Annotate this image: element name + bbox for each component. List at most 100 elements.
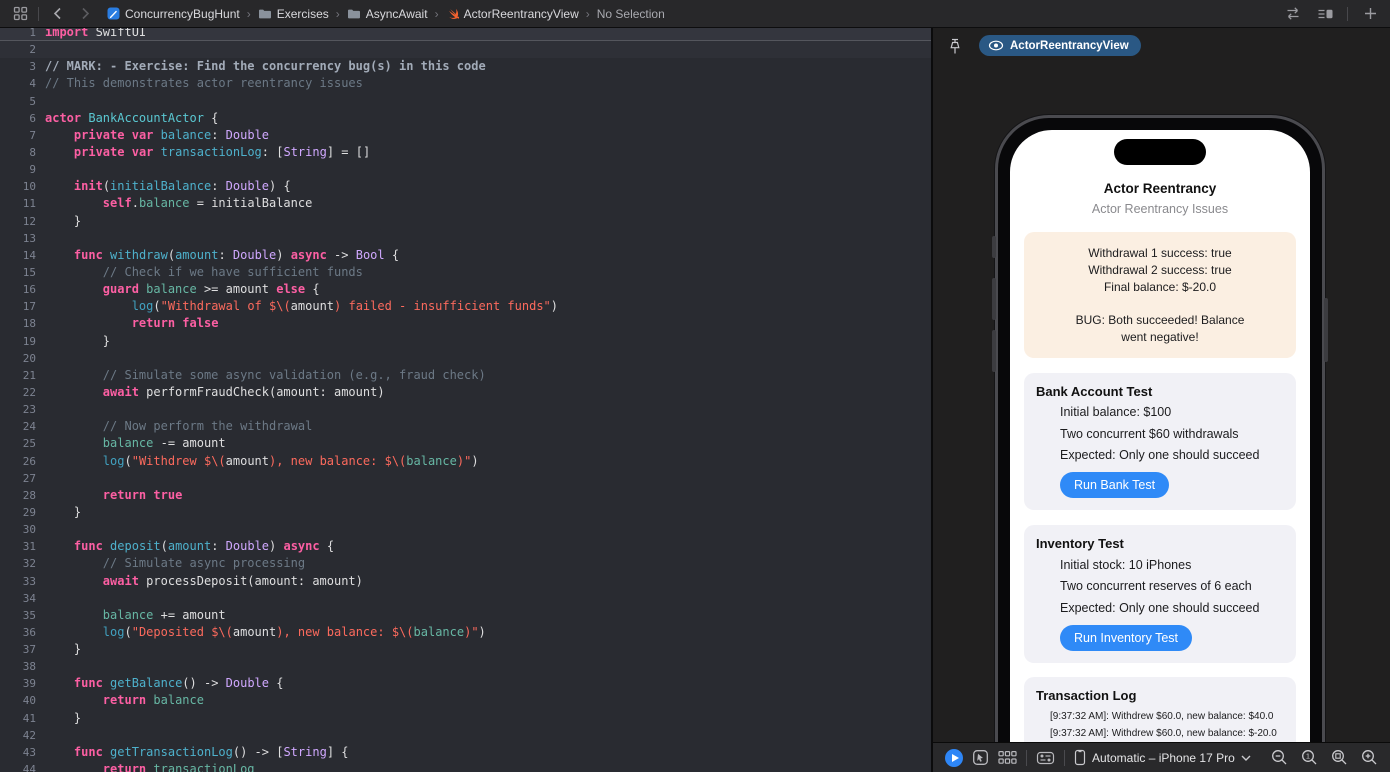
line-number[interactable]: 34 — [0, 590, 36, 607]
breadcrumb-item[interactable]: AsyncAwait — [347, 7, 428, 21]
line-number[interactable]: 11 — [0, 195, 36, 212]
line-number[interactable]: 7 — [0, 127, 36, 144]
code-line[interactable]: 30 — [0, 521, 931, 538]
code-line[interactable]: 6 actor BankAccountActor { — [0, 110, 931, 127]
line-number[interactable]: 22 — [0, 384, 36, 401]
line-number[interactable]: 19 — [0, 333, 36, 350]
code-line[interactable]: 23 — [0, 401, 931, 418]
code-line[interactable]: 32 // Simulate async processing — [0, 555, 931, 572]
line-number[interactable]: 30 — [0, 521, 36, 538]
code-line[interactable]: 7 private var balance: Double — [0, 127, 931, 144]
code-line[interactable]: 37 } — [0, 641, 931, 658]
line-number[interactable]: 2 — [0, 41, 36, 58]
add-editor-icon[interactable] — [1360, 4, 1380, 24]
zoom-out-icon[interactable] — [1271, 749, 1288, 766]
line-number[interactable]: 31 — [0, 538, 36, 555]
line-number[interactable]: 33 — [0, 573, 36, 590]
line-number[interactable]: 42 — [0, 727, 36, 744]
code-line[interactable]: 34 — [0, 590, 931, 607]
line-number[interactable]: 15 — [0, 264, 36, 281]
code-line[interactable]: 21 // Simulate some async validation (e.… — [0, 367, 931, 384]
pin-preview-icon[interactable] — [945, 36, 965, 56]
line-number[interactable]: 3 — [0, 58, 36, 75]
line-number[interactable]: 18 — [0, 315, 36, 332]
forward-icon[interactable] — [75, 4, 95, 24]
code-line[interactable]: 16 guard balance >= amount else { — [0, 281, 931, 298]
line-number[interactable]: 29 — [0, 504, 36, 521]
breadcrumb-item[interactable]: No Selection — [597, 7, 665, 21]
line-number[interactable]: 4 — [0, 75, 36, 92]
line-number[interactable]: 9 — [0, 161, 36, 178]
code-line[interactable]: 2 — [0, 41, 931, 59]
related-items-icon[interactable] — [10, 4, 30, 24]
code-line[interactable]: 4 // This demonstrates actor reentrancy i… — [0, 75, 931, 92]
line-number[interactable]: 14 — [0, 247, 36, 264]
code-line[interactable]: 31 func deposit(amount: Double) async { — [0, 538, 931, 555]
line-number[interactable]: 23 — [0, 401, 36, 418]
code-line[interactable]: 9 — [0, 161, 931, 178]
code-line[interactable]: 26 log("Withdrew $\(amount), new balance… — [0, 453, 931, 470]
zoom-100-icon[interactable]: 1 — [1301, 749, 1318, 766]
line-number[interactable]: 12 — [0, 213, 36, 230]
line-number[interactable]: 10 — [0, 178, 36, 195]
line-number[interactable]: 16 — [0, 281, 36, 298]
zoom-fit-icon[interactable] — [1331, 749, 1348, 766]
code-line[interactable]: 17 log("Withdrawal of $\(amount) failed … — [0, 298, 931, 315]
code-line[interactable]: 43 func getTransactionLog() -> [String] … — [0, 744, 931, 761]
code-line[interactable]: 39 func getBalance() -> Double { — [0, 675, 931, 692]
code-line[interactable]: 41 } — [0, 710, 931, 727]
line-number[interactable]: 8 — [0, 144, 36, 161]
line-number[interactable]: 40 — [0, 692, 36, 709]
code-line[interactable]: 28 return true — [0, 487, 931, 504]
code-line[interactable]: 10 init(initialBalance: Double) { — [0, 178, 931, 195]
code-line[interactable]: 8 private var transactionLog: [String] =… — [0, 144, 931, 161]
code-line[interactable]: 27 — [0, 470, 931, 487]
line-number[interactable]: 36 — [0, 624, 36, 641]
line-number[interactable]: 13 — [0, 230, 36, 247]
line-number[interactable]: 28 — [0, 487, 36, 504]
back-icon[interactable] — [47, 4, 67, 24]
line-number[interactable]: 25 — [0, 435, 36, 452]
editor-options-icon[interactable] — [1315, 4, 1335, 24]
breadcrumb-item[interactable]: Exercises — [258, 7, 329, 21]
line-number[interactable]: 35 — [0, 607, 36, 624]
line-number[interactable]: 26 — [0, 453, 36, 470]
code-line[interactable]: 11 self.balance = initialBalance — [0, 195, 931, 212]
code-line[interactable]: 36 log("Deposited $\(amount), new balanc… — [0, 624, 931, 641]
zoom-in-icon[interactable] — [1361, 749, 1378, 766]
code-line[interactable]: 35 balance += amount — [0, 607, 931, 624]
preview-tab[interactable]: ActorReentrancyView — [979, 35, 1141, 56]
line-number[interactable]: 17 — [0, 298, 36, 315]
code-line[interactable]: 38 — [0, 658, 931, 675]
code-line[interactable]: 20 — [0, 350, 931, 367]
line-number[interactable]: 41 — [0, 710, 36, 727]
code-line[interactable]: 1 import SwiftUI — [0, 28, 931, 42]
device-selector[interactable]: Automatic – iPhone 17 Pro — [1074, 749, 1251, 766]
line-number[interactable]: 37 — [0, 641, 36, 658]
line-number[interactable]: 6 — [0, 110, 36, 127]
variants-mode-icon[interactable] — [998, 750, 1017, 765]
swap-editor-icon[interactable] — [1283, 4, 1303, 24]
code-line[interactable]: 5 — [0, 93, 931, 110]
device-settings-icon[interactable] — [1036, 750, 1055, 766]
code-line[interactable]: 42 — [0, 727, 931, 744]
line-number[interactable]: 1 — [0, 28, 36, 40]
code-line[interactable]: 13 — [0, 230, 931, 247]
line-number[interactable]: 27 — [0, 470, 36, 487]
code-line[interactable]: 24 // Now perform the withdrawal — [0, 418, 931, 435]
line-number[interactable]: 20 — [0, 350, 36, 367]
code-line[interactable]: 3 // MARK: - Exercise: Find the concurren… — [0, 58, 931, 75]
selectable-mode-icon[interactable] — [972, 749, 989, 766]
line-number[interactable]: 38 — [0, 658, 36, 675]
run-inventory-test-button[interactable]: Run Inventory Test — [1060, 624, 1192, 651]
line-number[interactable]: 44 — [0, 761, 36, 772]
line-number[interactable]: 32 — [0, 555, 36, 572]
line-number[interactable]: 5 — [0, 93, 36, 110]
code-line[interactable]: 15 // Check if we have sufficient funds — [0, 264, 931, 281]
code-line[interactable]: 18 return false — [0, 315, 931, 332]
source-editor[interactable]: 1 import SwiftUI 2 3 // MARK: - Exercise: Fi… — [0, 28, 931, 772]
line-number[interactable]: 39 — [0, 675, 36, 692]
code-line[interactable]: 29 } — [0, 504, 931, 521]
line-number[interactable]: 21 — [0, 367, 36, 384]
code-line[interactable]: 19 } — [0, 333, 931, 350]
